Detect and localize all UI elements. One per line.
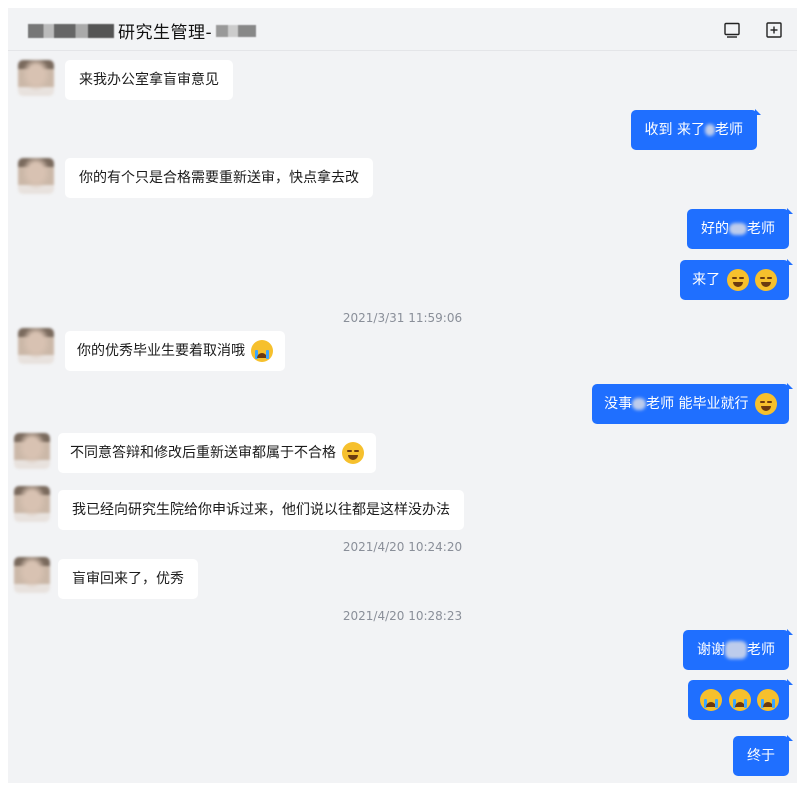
message-text: 来了 <box>692 272 721 288</box>
message-bubble <box>688 679 793 720</box>
laugh-cry-emoji <box>755 269 777 291</box>
message-bubble: 没事 老师 能毕业就行 <box>592 383 793 424</box>
message-bubble: 不同意答辩和修改后重新送审都属于不合格 <box>58 433 377 473</box>
message-text: 谢谢 <box>697 642 725 658</box>
message-bubble: 你的优秀毕业生要着取消哦 <box>65 331 286 371</box>
redacted-name <box>632 398 647 410</box>
message-bubble: 盲审回来了，优秀 <box>58 559 198 599</box>
message-bubble: 你的有个只是合格需要重新送审，快点拿去改 <box>65 158 373 198</box>
redacted-name <box>705 124 715 136</box>
message-text: 没事 <box>604 396 633 412</box>
crying-emoji <box>728 689 751 711</box>
redacted-name <box>725 641 747 659</box>
message-bubble: 我已经向研究生院给你申诉过来，他们说以往都是这样没办法 <box>58 490 464 530</box>
add-box-icon[interactable] <box>765 21 783 39</box>
sad-emoji <box>342 442 365 464</box>
laugh-cry-emoji <box>755 393 777 415</box>
message-text: 好的 <box>701 221 729 237</box>
chat-header: 研究生管理- <box>8 8 797 51</box>
message-text: 老师 <box>715 122 743 138</box>
crying-emoji <box>700 689 723 711</box>
avatar <box>18 60 54 96</box>
message-bubble: 收到 来了 老师 <box>630 109 762 150</box>
message-text: 你的优秀毕业生要着取消哦 <box>77 343 245 359</box>
avatar <box>14 433 50 469</box>
screen-icon[interactable] <box>723 21 741 39</box>
message-text: 老师 <box>747 642 775 658</box>
redacted-name <box>729 223 747 235</box>
avatar <box>14 486 50 522</box>
crying-emoji <box>251 340 274 362</box>
message-bubble: 好的 老师 <box>687 208 793 249</box>
message-text: 收到 来了 <box>644 122 705 138</box>
timestamp: 2021/4/20 10:24:20 <box>342 540 463 554</box>
chat-window: 研究生管理- 来我办公室拿盲审意见 收到 来了 老师 你的有个只是合格需要重新送审… <box>8 8 797 783</box>
chat-title: 研究生管理- <box>28 18 257 43</box>
avatar <box>18 158 54 194</box>
chat-title-text: 研究生管理- <box>118 23 213 43</box>
timestamp: 2021/3/31 11:59:06 <box>342 311 463 325</box>
laugh-cry-emoji <box>726 269 749 291</box>
redacted-name <box>216 24 257 37</box>
message-bubble: 来我办公室拿盲审意见 <box>65 60 233 100</box>
avatar <box>14 557 50 593</box>
crying-emoji <box>757 689 779 711</box>
avatar <box>18 328 54 364</box>
message-bubble: 谢谢 老师 <box>683 629 793 670</box>
timestamp: 2021/4/20 10:28:23 <box>342 609 463 623</box>
message-text: 不同意答辩和修改后重新送审都属于不合格 <box>70 445 336 461</box>
message-bubble: 终于 <box>733 735 793 776</box>
redacted-name <box>28 23 114 38</box>
message-text: 老师 <box>747 221 775 237</box>
message-bubble: 来了 <box>680 259 793 300</box>
message-text: 老师 能毕业就行 <box>646 396 749 412</box>
